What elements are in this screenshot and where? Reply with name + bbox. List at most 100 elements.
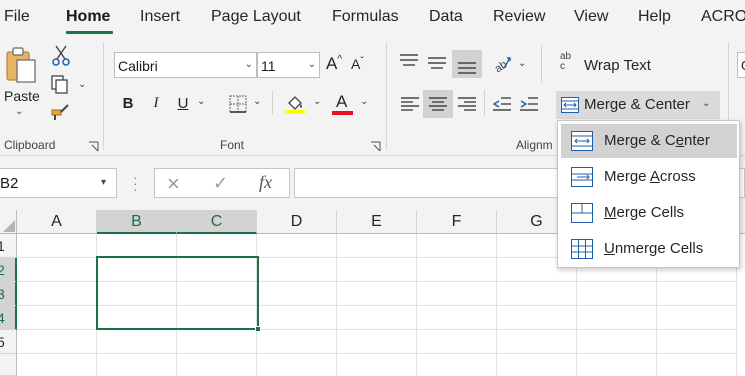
grid-cell[interactable] <box>97 234 177 258</box>
grid-cell[interactable] <box>577 306 657 330</box>
copy-dropdown-icon[interactable]: ⌄ <box>78 79 86 90</box>
grid-cell[interactable] <box>257 354 337 376</box>
column-header-d[interactable]: D <box>257 210 337 234</box>
font-color-dropdown-icon[interactable]: ⌄ <box>360 96 368 107</box>
grid-cell[interactable] <box>17 354 97 376</box>
increase-indent-icon[interactable] <box>520 97 538 116</box>
resize-handle-icon[interactable]: · · · <box>133 170 139 196</box>
select-all-corner[interactable] <box>0 210 17 234</box>
top-align-icon[interactable] <box>400 54 418 73</box>
selected-range[interactable] <box>96 256 259 330</box>
menu-view[interactable]: View <box>574 8 608 26</box>
grid-cell[interactable] <box>497 354 577 376</box>
bottom-align-button[interactable] <box>452 50 482 78</box>
grid-cell[interactable] <box>657 354 737 376</box>
fill-color-dropdown-icon[interactable]: ⌄ <box>313 96 321 107</box>
row-header-2[interactable]: 2 <box>0 258 17 282</box>
grid-cell[interactable] <box>497 306 577 330</box>
row-header-1[interactable]: 1 <box>0 234 17 258</box>
grid-cell[interactable] <box>657 282 737 306</box>
number-format-select[interactable]: G <box>737 52 745 78</box>
font-name-select[interactable]: Calibri ⌄ <box>114 52 257 78</box>
menu-insert[interactable]: Insert <box>140 8 180 26</box>
underline-dropdown-icon[interactable]: ⌄ <box>197 96 205 107</box>
bold-button[interactable]: B <box>118 95 138 112</box>
row-header-5[interactable]: 5 <box>0 330 17 354</box>
grid-cell[interactable] <box>657 306 737 330</box>
underline-button[interactable]: U <box>173 95 193 112</box>
cancel-icon[interactable]: × <box>167 171 180 197</box>
menu-formulas[interactable]: Formulas <box>332 8 399 26</box>
menu-item-merge-center[interactable]: Merge & Center <box>561 124 737 158</box>
paste-label[interactable]: Paste <box>4 88 40 104</box>
copy-icon[interactable] <box>50 74 70 99</box>
grid-cell[interactable] <box>417 354 497 376</box>
column-header-a[interactable]: A <box>17 210 97 234</box>
grid-cell[interactable] <box>177 330 257 354</box>
fill-color-icon[interactable] <box>284 93 306 120</box>
grid-cell[interactable] <box>417 234 497 258</box>
grid-cell[interactable] <box>417 330 497 354</box>
insert-function-icon[interactable]: fx <box>259 172 272 193</box>
grid-cell[interactable] <box>337 306 417 330</box>
orientation-dropdown-icon[interactable]: ⌄ <box>518 58 526 69</box>
row-header-4[interactable]: 4 <box>0 306 17 330</box>
grid-cell[interactable] <box>17 258 97 282</box>
align-left-icon[interactable] <box>401 97 419 116</box>
fill-handle[interactable] <box>255 326 261 332</box>
grid-cell[interactable] <box>417 258 497 282</box>
column-header-b[interactable]: B <box>97 210 177 234</box>
grid-cell[interactable] <box>257 282 337 306</box>
borders-icon[interactable] <box>229 95 247 118</box>
grid-cell[interactable] <box>257 258 337 282</box>
menu-help[interactable]: Help <box>638 8 671 26</box>
column-header-e[interactable]: E <box>337 210 417 234</box>
paste-button[interactable] <box>5 46 39 91</box>
grid-cell[interactable] <box>577 282 657 306</box>
wrap-text-button[interactable]: Wrap Text <box>584 57 651 74</box>
middle-align-icon[interactable] <box>428 56 446 75</box>
grid-cell[interactable] <box>257 330 337 354</box>
grid-cell[interactable] <box>337 258 417 282</box>
borders-dropdown-icon[interactable]: ⌄ <box>253 96 261 107</box>
menu-review[interactable]: Review <box>493 8 545 26</box>
grid-cell[interactable] <box>577 330 657 354</box>
grid-cell[interactable] <box>417 306 497 330</box>
grid-cell[interactable] <box>417 282 497 306</box>
align-center-button[interactable] <box>423 90 453 118</box>
grid-cell[interactable] <box>657 330 737 354</box>
name-box-dropdown-icon[interactable]: ▾ <box>101 177 106 188</box>
grid-cell[interactable] <box>17 306 97 330</box>
menu-item-merge-cells[interactable]: Merge Cells <box>561 196 737 230</box>
menu-item-unmerge-cells[interactable]: Unmerge Cells <box>561 232 737 266</box>
grid-cell[interactable] <box>337 234 417 258</box>
grid-cell[interactable] <box>257 234 337 258</box>
enter-icon[interactable]: ✓ <box>213 173 228 194</box>
grid-cell[interactable] <box>497 330 577 354</box>
orientation-icon[interactable]: ab <box>492 54 512 77</box>
name-box[interactable]: B2 ▾ <box>0 168 117 198</box>
shrink-font-button[interactable]: Aˇ <box>351 56 364 72</box>
grid-cell[interactable] <box>97 330 177 354</box>
format-painter-icon[interactable] <box>50 102 70 127</box>
grow-font-button[interactable]: A^ <box>326 54 342 74</box>
grid-cell[interactable] <box>337 354 417 376</box>
merge-center-button[interactable]: Merge & Center ⌄ <box>556 91 720 119</box>
decrease-indent-icon[interactable] <box>492 97 511 116</box>
align-right-icon[interactable] <box>458 97 476 116</box>
wrap-text-icon[interactable]: ab c <box>560 52 576 72</box>
grid-cell[interactable] <box>17 330 97 354</box>
menu-file[interactable]: File <box>4 8 30 26</box>
grid-cell[interactable] <box>17 282 97 306</box>
column-header-c[interactable]: C <box>177 210 257 234</box>
font-launcher-icon[interactable] <box>370 139 381 152</box>
grid-cell[interactable] <box>177 234 257 258</box>
clipboard-launcher-icon[interactable] <box>88 139 99 152</box>
italic-button[interactable]: I <box>146 95 166 112</box>
grid-cell[interactable] <box>337 282 417 306</box>
cut-icon[interactable] <box>51 44 71 71</box>
grid-cell[interactable] <box>17 234 97 258</box>
font-size-select[interactable]: 11 ⌄ <box>257 52 320 78</box>
menu-item-merge-across[interactable]: Merge Across <box>561 160 737 194</box>
paste-dropdown-icon[interactable]: ⌄ <box>15 106 23 117</box>
